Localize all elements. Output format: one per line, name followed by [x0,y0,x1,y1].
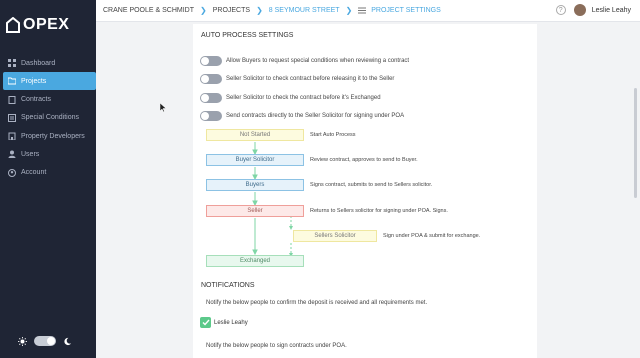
toggle-knob [201,94,209,102]
breadcrumb-project[interactable]: 8 SEYMOUR STREET [269,7,340,14]
sidebar-item-label: Property Developers [21,132,85,140]
notify-person-row[interactable]: Leslie Leahy [200,317,248,328]
toggle-label: Seller Solicitor to check contract befor… [226,76,395,82]
sidebar-item-label: Contracts [21,96,51,104]
top-bar: CRANE POOLE & SCHMIDT ❯ PROJECTS ❯ 8 SEY… [96,0,640,22]
deposit-notify-text: Notify the below people to confirm the d… [206,300,428,306]
sidebar-item-label: Projects [21,77,47,85]
document-icon [8,95,16,104]
breadcrumb: CRANE POOLE & SCHMIDT ❯ PROJECTS ❯ 8 SEY… [96,6,441,15]
folder-icon [8,77,16,85]
logo[interactable]: OPEX [6,14,69,36]
page-scrollbar[interactable] [634,88,637,198]
toggle-switch[interactable] [200,93,222,103]
toggle-row: Allow Buyers to request special conditio… [200,56,409,66]
flow-step-buyers: Buyers [206,179,304,191]
breadcrumb-current: PROJECT SETTINGS [371,7,441,14]
checkbox-checked[interactable] [200,317,211,328]
breadcrumb-projects[interactable]: PROJECTS [213,7,250,14]
avatar[interactable] [573,4,586,16]
mouse-pointer-icon [160,103,166,112]
chevron-right-icon: ❯ [345,6,353,15]
flow-step-sellers-solicitor: Sellers Solicitor [293,230,377,242]
flow-step-description: Start Auto Process [310,132,356,138]
notifications-title: NOTIFICATIONS [201,282,255,289]
poa-notify-text: Notify the below people to sign contract… [206,343,347,349]
sidebar-item-dashboard[interactable]: Dashboard [0,54,96,72]
toggle-label: Seller Solicitor to check the contract b… [226,95,381,101]
toggle-switch[interactable] [200,111,222,121]
toggle-switch[interactable] [200,56,222,66]
sidebar-item-users[interactable]: Users [0,145,96,163]
sidebar-item-property-developers[interactable]: Property Developers [0,127,96,145]
flow-step-buyer-solicitor: Buyer Solicitor [206,154,304,166]
account-icon [8,168,16,177]
check-icon [202,319,210,326]
building-icon [8,132,16,141]
flow-step-description: Signs contract, submits to send to Selle… [310,182,433,188]
chevron-right-icon: ❯ [200,6,207,15]
flow-step-exchanged: Exchanged [206,255,304,267]
toggle-row: Seller Solicitor to check contract befor… [200,74,394,84]
toggle-row: Send contracts directly to the Seller So… [200,111,404,121]
flow-step-description: Returns to Sellers solicitor for signing… [310,208,448,214]
user-icon [8,150,16,159]
chevron-right-icon: ❯ [256,6,263,15]
menu-icon [358,7,367,14]
sidebar-item-label: Dashboard [21,59,56,67]
sidebar-item-label: Account [21,169,47,177]
toggle-knob [201,112,209,120]
toggle-label: Allow Buyers to request special conditio… [226,58,410,64]
notify-person-name: Leslie Leahy [214,319,248,326]
sidebar-nav: Dashboard Projects Contracts Special Con… [0,54,96,182]
user-area: ? Leslie Leahy [555,4,631,16]
list-icon [8,113,16,122]
theme-switcher [18,336,72,346]
flow-step-description: Review contract, approves to send to Buy… [310,157,418,163]
sidebar-item-label: Special Conditions [21,114,79,122]
toggle-switch[interactable] [200,74,222,84]
sidebar-item-projects[interactable]: Projects [3,72,96,91]
theme-toggle[interactable] [34,336,56,346]
moon-icon [64,337,72,345]
auto-process-title: AUTO PROCESS SETTINGS [201,32,294,39]
sidebar-item-contracts[interactable]: Contracts [0,91,96,109]
sidebar-item-account[interactable]: Account [0,164,96,182]
sidebar-item-special-conditions[interactable]: Special Conditions [0,109,96,127]
help-icon[interactable]: ? [555,5,566,15]
toggle-row: Seller Solicitor to check the contract b… [200,93,381,103]
user-name[interactable]: Leslie Leahy [592,7,631,14]
house-logo-icon [6,17,20,33]
grid-icon [8,59,16,67]
toggle-knob [201,75,209,83]
breadcrumb-company[interactable]: CRANE POOLE & SCHMIDT [103,7,194,14]
toggle-label: Send contracts directly to the Seller So… [226,113,405,119]
theme-toggle-knob [47,337,55,345]
settings-card: AUTO PROCESS SETTINGS Allow Buyers to re… [193,24,537,358]
flow-step-seller: Seller [206,205,304,217]
sun-icon [18,336,27,346]
toggle-knob [201,57,209,65]
flow-step-not-started: Not Started [206,129,304,141]
sidebar-item-label: Users [21,150,40,158]
flow-step-description: Sign under POA & submit for exchange. [383,233,481,239]
sidebar: OPEX Dashboard Projects Contracts Specia… [0,0,96,358]
logo-text: OPEX [23,16,70,33]
